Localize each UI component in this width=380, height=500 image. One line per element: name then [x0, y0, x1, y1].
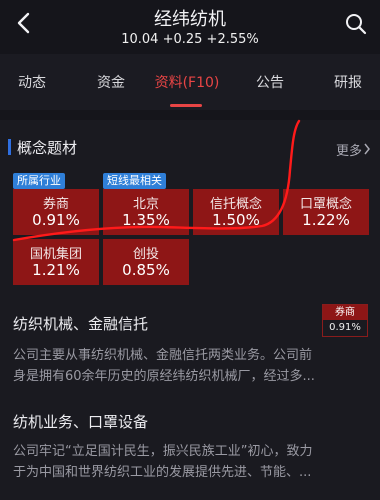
concept-tile-mask[interactable]: 口罩概念 1.22%: [283, 189, 369, 235]
news-body-line: 身是拥有60余年历史的原经纬纺织机械厂，经过多...: [13, 369, 315, 384]
concepts-title: 概念题材: [17, 139, 78, 157]
header: 经纬纺机 10.04 +0.25 +2.55%: [0, 0, 380, 54]
concept-tile-beijing[interactable]: 北京 1.35%: [103, 189, 189, 235]
concept-name: 北京: [132, 197, 159, 212]
news-body[interactable]: 公司牢记“立足国计民生，振兴民族工业”初心，致力 于为中国和世界纺织工业的发展提…: [13, 441, 363, 483]
sector-badge[interactable]: 券商 0.91%: [322, 304, 368, 337]
concept-tile-venture[interactable]: 创投 0.85%: [103, 239, 189, 285]
concept-change: 1.50%: [212, 211, 260, 229]
tab-bar: 动态 资金 资料(F10) 公告 研报: [0, 54, 380, 110]
badge-name: 券商: [323, 305, 367, 320]
concept-name: 信托概念: [209, 197, 262, 212]
concept-change: 0.85%: [122, 261, 170, 279]
stock-quote: 10.04 +0.25 +2.55%: [121, 32, 259, 47]
badge-change: 0.91%: [329, 322, 361, 333]
tab-funds[interactable]: 资金: [76, 54, 146, 110]
news-body-line: 公司牢记“立足国计民生，振兴民族工业”初心，致力: [13, 444, 313, 459]
search-icon[interactable]: [344, 12, 368, 36]
industry-tag: 所属行业: [13, 173, 65, 189]
concept-change: 1.35%: [122, 211, 170, 229]
concept-name: 创投: [132, 247, 159, 262]
news-title[interactable]: 纺机业务、口罩设备: [13, 411, 148, 432]
active-tab-underline: [170, 104, 202, 107]
concept-change: 1.22%: [302, 211, 350, 229]
tab-dynamics[interactable]: 动态: [0, 54, 64, 110]
concept-name: 国机集团: [29, 247, 82, 262]
most-relevant-tag: 短线最相关: [103, 173, 166, 189]
tab-research[interactable]: 研报: [316, 54, 380, 110]
concept-change: 1.21%: [32, 261, 80, 279]
tab-announcements[interactable]: 公告: [238, 54, 302, 110]
concept-change: 0.91%: [32, 211, 80, 229]
more-link[interactable]: 更多: [336, 140, 362, 159]
section-accent-bar: [8, 139, 11, 155]
tab-profile-f10[interactable]: 资料(F10): [146, 54, 228, 110]
concept-name: 口罩概念: [299, 197, 352, 212]
concept-tile-sinomach[interactable]: 国机集团 1.21%: [13, 239, 99, 285]
stock-name: 经纬纺机: [154, 9, 226, 30]
news-title[interactable]: 纺织机械、金融信托: [13, 313, 148, 334]
concept-name: 券商: [42, 197, 69, 212]
news-body-line: 公司主要从事纺织机械、金融信托两类业务。公司前: [13, 348, 313, 363]
concept-tile-trust[interactable]: 信托概念 1.50%: [193, 189, 279, 235]
news-body[interactable]: 公司主要从事纺织机械、金融信托两类业务。公司前 身是拥有60余年历史的原经纬纺织…: [13, 345, 363, 387]
concept-tile-broker[interactable]: 券商 0.91%: [13, 189, 99, 235]
chevron-right-icon[interactable]: [363, 143, 371, 155]
news-body-line: 于为中国和世界纺织工业的发展提供先进、节能、...: [13, 465, 312, 480]
